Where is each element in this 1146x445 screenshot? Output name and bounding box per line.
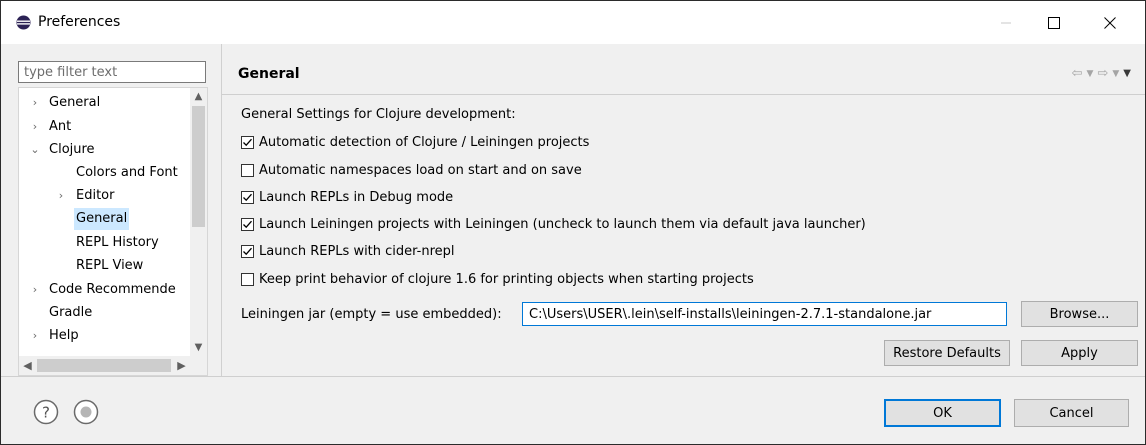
minimize-icon — [1001, 22, 1011, 23]
section-title: General Settings for Clojure development… — [241, 107, 516, 122]
scroll-up-icon[interactable]: ▲ — [190, 88, 207, 105]
tree-vertical-scrollbar[interactable]: ▲ ▼ — [190, 88, 207, 356]
window-title: Preferences — [38, 14, 121, 30]
option-label: Launch REPLs with cider-nrepl — [259, 243, 455, 259]
option-label: Launch Leiningen projects with Leiningen… — [259, 216, 866, 232]
option-label: Automatic detection of Clojure / Leining… — [259, 134, 590, 150]
expand-arrow-icon[interactable]: › — [29, 116, 41, 138]
option-auto-namespace-load[interactable]: Automatic namespaces load on start and o… — [241, 161, 582, 179]
option-auto-detection[interactable]: Automatic detection of Clojure / Leining… — [241, 133, 589, 151]
option-launch-with-leiningen[interactable]: Launch Leiningen projects with Leiningen… — [241, 215, 866, 233]
checkmark-icon — [243, 247, 252, 255]
tree-item-label: REPL View — [76, 258, 144, 273]
leiningen-jar-input[interactable] — [522, 302, 1007, 326]
back-dropdown-icon[interactable]: ▼ — [1087, 69, 1094, 79]
option-debug-mode[interactable]: Launch REPLs in Debug mode — [241, 188, 453, 206]
tree-item-label: General — [74, 208, 130, 230]
browse-button[interactable]: Browse... — [1021, 301, 1138, 327]
preferences-tree[interactable]: › General › Ant ⌄ Clojure Colors and Fon… — [18, 87, 208, 376]
checkmark-icon — [243, 193, 252, 201]
option-cider-nrepl[interactable]: Launch REPLs with cider-nrepl — [241, 242, 455, 260]
option-label: Automatic namespaces load on start and o… — [259, 162, 582, 178]
forward-dropdown-icon[interactable]: ▼ — [1112, 69, 1119, 79]
tree-item-label: Colors and Font — [76, 165, 178, 180]
tree-item-label: Ant — [49, 119, 72, 134]
tree-item-label: General — [49, 95, 101, 110]
close-button[interactable] — [1087, 1, 1133, 44]
ok-button[interactable]: OK — [884, 399, 1001, 427]
scroll-thumb[interactable] — [37, 359, 171, 372]
maximize-icon — [1048, 16, 1060, 29]
tree-item-label: Clojure — [49, 142, 95, 157]
tree-item-label: Help — [49, 328, 79, 343]
header-divider — [222, 94, 1145, 95]
expand-arrow-icon[interactable]: › — [29, 279, 41, 301]
apply-button-label: Apply — [1061, 345, 1098, 361]
checkmark-icon — [243, 220, 252, 228]
forward-arrow-icon[interactable]: ⇨ — [1097, 66, 1108, 81]
expand-arrow-icon[interactable]: › — [55, 185, 67, 207]
option-label: Launch REPLs in Debug mode — [259, 189, 454, 205]
scroll-thumb[interactable] — [192, 106, 205, 227]
checkbox[interactable] — [241, 272, 254, 286]
tree-horizontal-scrollbar[interactable]: ◀ ▶ — [19, 356, 207, 375]
back-arrow-icon[interactable]: ⇦ — [1072, 66, 1083, 81]
tree-item-label: Editor — [76, 188, 115, 203]
tree-item-label: REPL History — [76, 235, 159, 250]
cancel-button-label: Cancel — [1049, 405, 1094, 421]
apply-button[interactable]: Apply — [1021, 340, 1138, 366]
page-header: General ⇦ ▼ ⇨ ▼ ▼ — [222, 44, 1145, 94]
checkbox[interactable] — [241, 244, 254, 258]
preferences-dialog: Preferences › General › Ant — [0, 0, 1146, 445]
minimize-button[interactable] — [983, 1, 1029, 44]
option-keep-print-behavior[interactable]: Keep print behavior of clojure 1.6 for p… — [241, 270, 754, 288]
checkbox[interactable] — [241, 190, 254, 204]
svg-text:?: ? — [42, 404, 50, 422]
restore-defaults-label: Restore Defaults — [893, 345, 1001, 361]
checkbox[interactable] — [241, 163, 254, 177]
navigation-toolbar: ⇦ ▼ ⇨ ▼ ▼ — [1072, 66, 1131, 81]
page-title: General — [238, 66, 300, 82]
ok-button-label: OK — [933, 405, 952, 421]
expand-arrow-icon[interactable]: › — [29, 92, 41, 114]
scroll-right-icon[interactable]: ▶ — [173, 356, 190, 375]
tree-item-label: Gradle — [49, 305, 93, 320]
restore-defaults-button[interactable]: Restore Defaults — [884, 340, 1010, 366]
close-icon — [1104, 16, 1116, 29]
title-bar: Preferences — [1, 1, 1145, 44]
cancel-button[interactable]: Cancel — [1014, 399, 1129, 427]
scroll-down-icon[interactable]: ▼ — [190, 339, 207, 356]
browse-button-label: Browse... — [1049, 306, 1110, 322]
tree-item-label: Code Recommende — [49, 282, 176, 297]
option-label: Keep print behavior of clojure 1.6 for p… — [259, 271, 754, 287]
view-menu-icon[interactable]: ▼ — [1123, 68, 1131, 79]
filter-input[interactable] — [18, 61, 206, 83]
eclipse-icon — [16, 15, 31, 30]
help-icon[interactable]: ? — [33, 399, 59, 429]
checkmark-icon — [243, 138, 252, 146]
checkbox[interactable] — [241, 135, 254, 149]
leiningen-jar-label: Leiningen jar (empty = use embedded): — [241, 307, 502, 322]
collapse-arrow-icon[interactable]: ⌄ — [29, 139, 41, 161]
record-macro-icon[interactable] — [73, 399, 99, 429]
maximize-button[interactable] — [1031, 1, 1077, 44]
checkbox[interactable] — [241, 217, 254, 231]
expand-arrow-icon[interactable]: › — [29, 325, 41, 347]
scroll-left-icon[interactable]: ◀ — [19, 356, 36, 375]
